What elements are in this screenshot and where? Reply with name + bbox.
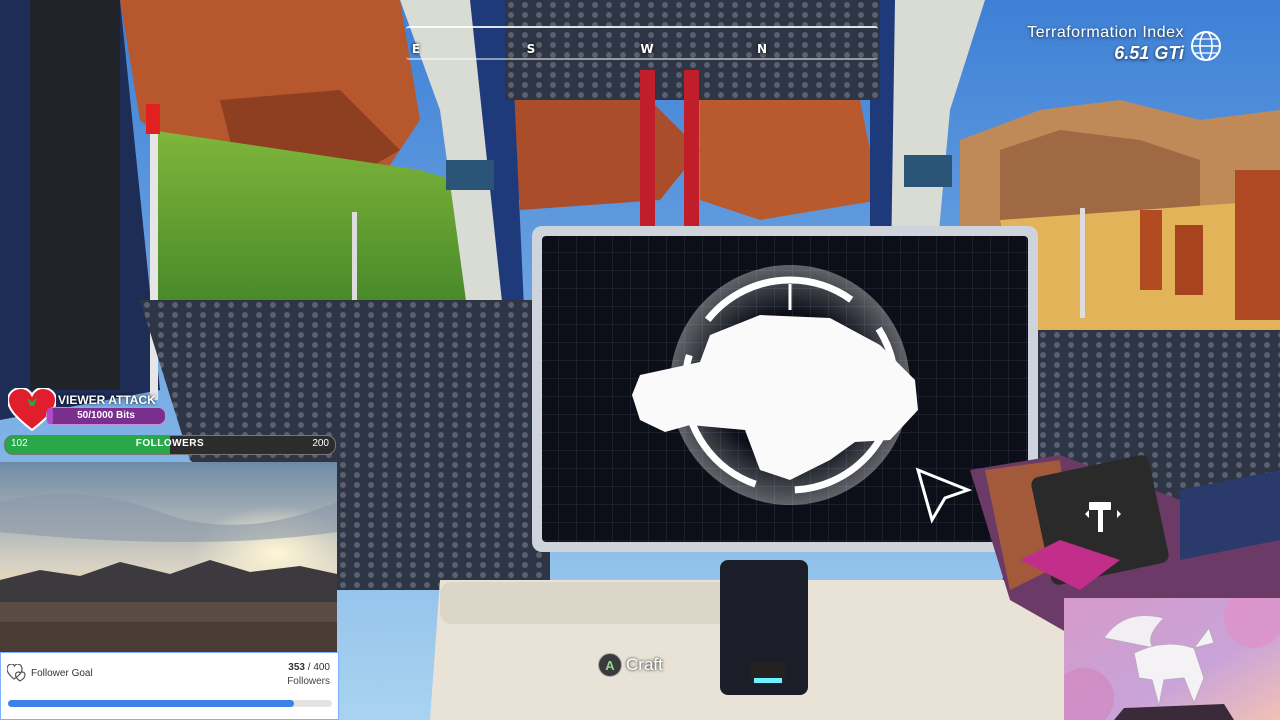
- viewer-attack-bits: 50/1000 Bits: [77, 410, 135, 421]
- follower-goal-current: 353: [288, 662, 305, 673]
- terraformation-index: Terraformation Index 6.51 GTi: [1027, 24, 1184, 64]
- follower-goal-track: [8, 700, 332, 707]
- viewer-attack-bar: 50/1000 Bits: [46, 407, 166, 425]
- follower-goal-title: Follower Goal: [31, 668, 93, 679]
- follower-goal-fill: [8, 700, 294, 707]
- compass-west: W: [640, 42, 654, 56]
- terraformation-value: 6.51 GTi: [1114, 43, 1184, 63]
- follower-goal-count: 353 / 400: [288, 662, 330, 673]
- follower-goal-widget: Follower Goal 353 / 400 Followers: [0, 652, 339, 720]
- pegasus-art-overlay: [1064, 598, 1280, 720]
- compass-bar: E S W N: [406, 18, 878, 60]
- terraformation-label: Terraformation Index: [1027, 24, 1184, 41]
- follower-goal-unit: Followers: [287, 676, 330, 687]
- follower-goal-separator: /: [307, 662, 311, 673]
- hearts-icon: [7, 664, 26, 682]
- followers-max: 200: [312, 438, 329, 449]
- globe-icon: [1191, 31, 1221, 61]
- compass-east: E: [411, 42, 421, 56]
- followers-progress-bar: 102 FOLLOWERS 200: [4, 435, 336, 455]
- craft-prompt[interactable]: A Craft: [598, 653, 663, 677]
- followers-label: FOLLOWERS: [135, 438, 205, 449]
- a-button-icon: A: [598, 653, 622, 677]
- compass-south: S: [526, 42, 536, 56]
- viewer-attack-title: VIEWER ATTACK: [58, 393, 156, 407]
- hammer-icon: [1085, 502, 1121, 532]
- craft-label: Craft: [626, 655, 663, 674]
- webcam-feed: [0, 462, 337, 652]
- follower-goal-target: 400: [313, 662, 330, 673]
- compass-north: N: [756, 42, 768, 56]
